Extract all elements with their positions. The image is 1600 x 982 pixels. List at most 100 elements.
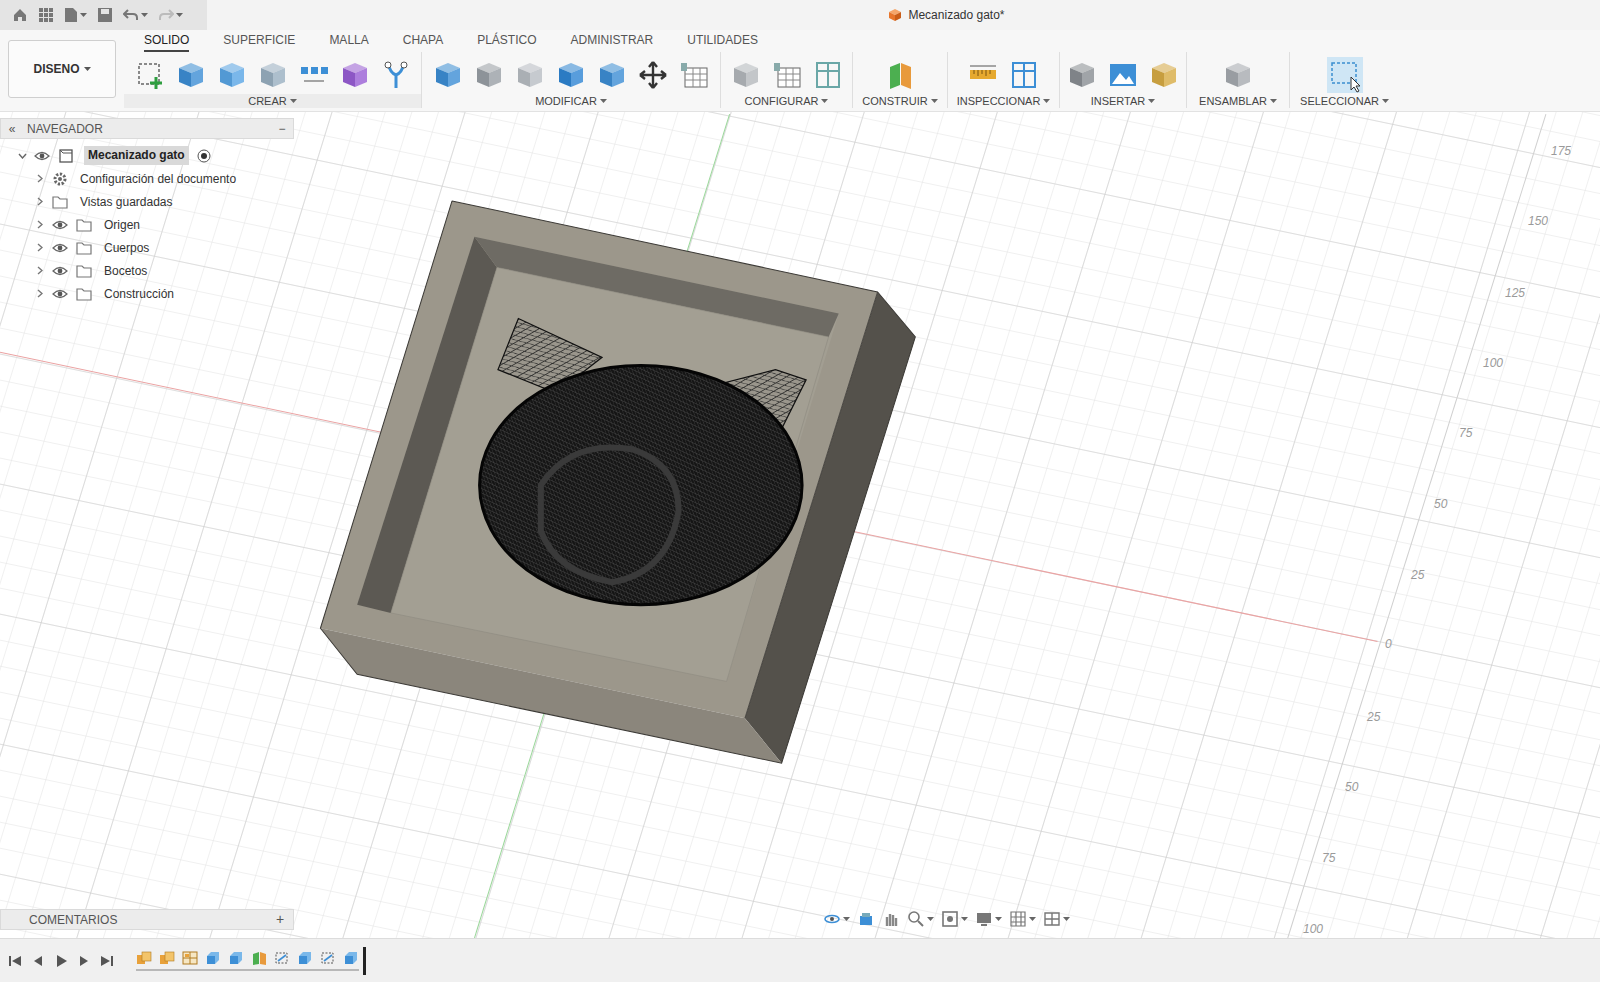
cube-tool-icon[interactable] [473, 59, 505, 91]
visibility-toggle[interactable] [48, 266, 72, 276]
visibility-toggle[interactable] [48, 220, 72, 230]
undo-button[interactable] [123, 8, 148, 22]
cube-tool-icon[interactable] [1148, 59, 1180, 91]
activate-radio-icon[interactable] [197, 149, 211, 163]
pan-button[interactable] [882, 910, 900, 928]
expand-toggle[interactable] [32, 289, 48, 298]
eye-icon[interactable] [34, 151, 50, 161]
cube-tool-icon[interactable] [555, 59, 587, 91]
cube-tool-icon[interactable] [175, 59, 207, 91]
group-menu[interactable]: SELECCIONAR [1290, 94, 1399, 108]
expand-toggle[interactable] [32, 243, 48, 252]
plane-tool-icon[interactable] [884, 59, 916, 91]
expand-toggle[interactable] [32, 174, 48, 183]
ribbon-tab[interactable]: PLÁSTICO [477, 31, 536, 52]
tree-row[interactable]: Construcción [0, 282, 294, 305]
cube-tool-icon[interactable] [1222, 59, 1254, 91]
timeline-marker[interactable] [363, 947, 366, 975]
cube-tool-icon[interactable] [339, 59, 371, 91]
visibility-toggle[interactable] [30, 151, 54, 161]
group-menu[interactable]: CONFIGURAR [721, 94, 852, 108]
workspace-button[interactable]: DISENO [8, 40, 116, 98]
timeline-body-icon[interactable] [343, 950, 359, 966]
timeline-mesh-icon[interactable] [182, 950, 198, 966]
table-tool-icon[interactable] [678, 59, 710, 91]
tree-row[interactable]: Bocetos [0, 259, 294, 282]
flat-tool-icon[interactable] [812, 59, 844, 91]
group-menu[interactable]: INSERTAR [1060, 94, 1186, 108]
ribbon-tab[interactable]: SUPERFICIE [223, 31, 295, 52]
ribbon-tab[interactable]: CHAPA [403, 31, 443, 52]
cube-tool-icon[interactable] [257, 59, 289, 91]
timeline-sketch-icon[interactable] [320, 950, 336, 966]
timeline-body-icon[interactable] [228, 950, 244, 966]
eye-icon[interactable] [52, 220, 68, 230]
cube-tool-icon[interactable] [514, 59, 546, 91]
tree-label[interactable]: Construcción [104, 285, 174, 303]
visibility-toggle[interactable] [48, 289, 72, 299]
group-menu[interactable]: ENSAMBLAR [1187, 94, 1289, 108]
tree-label[interactable]: Mecanizado gato [84, 146, 189, 165]
flat-tool-icon[interactable] [1008, 59, 1040, 91]
eye-icon[interactable] [52, 266, 68, 276]
zoom-button[interactable] [907, 910, 934, 928]
expand-toggle[interactable] [14, 153, 30, 159]
model-view[interactable] [0, 112, 1600, 938]
tree-label[interactable]: Bocetos [104, 262, 147, 280]
tree-label[interactable]: Origen [104, 216, 140, 234]
play-icon[interactable] [54, 954, 68, 968]
viewport[interactable]: 1751501251007550250255075100 « NAVEGADOR… [0, 112, 1600, 938]
table-tool-icon[interactable] [771, 59, 803, 91]
home-icon[interactable] [12, 7, 28, 23]
viewports-button[interactable] [1043, 910, 1070, 928]
pattern-tool-icon[interactable] [298, 59, 330, 91]
tree-row[interactable]: Mecanizado gato [0, 144, 294, 167]
group-menu[interactable]: INSPECCIONAR [948, 94, 1059, 108]
go-to-end-icon[interactable] [100, 954, 114, 968]
timeline-component-icon[interactable] [136, 950, 152, 966]
tree-row[interactable]: Vistas guardadas [0, 190, 294, 213]
timeline-body-icon[interactable] [205, 950, 221, 966]
cube-tool-icon[interactable] [216, 59, 248, 91]
ribbon-tab[interactable]: ADMINISTRAR [571, 31, 654, 52]
move-tool-icon[interactable] [637, 59, 669, 91]
image-tool-icon[interactable] [1107, 59, 1139, 91]
expand-toggle[interactable] [32, 197, 48, 206]
expand-toggle[interactable] [32, 266, 48, 275]
eye-icon[interactable] [52, 243, 68, 253]
step-back-icon[interactable] [31, 954, 45, 968]
apps-grid-icon[interactable] [38, 7, 54, 23]
visibility-toggle[interactable] [48, 243, 72, 253]
collapse-button[interactable]: « [1, 120, 23, 138]
group-menu[interactable]: CREAR [124, 94, 421, 108]
eye-icon[interactable] [52, 289, 68, 299]
timeline-body-icon[interactable] [297, 950, 313, 966]
add-comment-button[interactable]: + [267, 909, 293, 930]
ribbon-tab[interactable]: MALLA [329, 31, 368, 52]
redo-button[interactable] [158, 8, 183, 22]
fork-tool-icon[interactable] [380, 59, 412, 91]
tree-label[interactable]: Configuración del documento [80, 170, 236, 188]
step-forward-icon[interactable] [77, 954, 91, 968]
tree-label[interactable]: Cuerpos [104, 239, 149, 257]
sketch-tool-icon[interactable] [134, 59, 166, 91]
timeline-plane-icon[interactable] [251, 950, 267, 966]
display-button[interactable] [975, 910, 1002, 928]
expand-toggle[interactable] [32, 220, 48, 229]
orbit-button[interactable] [823, 910, 850, 928]
select-tool-icon[interactable] [1327, 57, 1363, 93]
ribbon-tab[interactable]: UTILIDADES [687, 31, 758, 52]
tree-row[interactable]: Configuración del documento [0, 167, 294, 190]
cube-tool-icon[interactable] [730, 59, 762, 91]
cube-tool-icon[interactable] [596, 59, 628, 91]
fit-button[interactable] [941, 910, 968, 928]
cube-tool-icon[interactable] [1066, 59, 1098, 91]
tree-row[interactable]: Cuerpos [0, 236, 294, 259]
grid-button[interactable] [1009, 910, 1036, 928]
ribbon-tab[interactable]: SOLIDO [144, 31, 189, 52]
tree-label[interactable]: Vistas guardadas [80, 193, 173, 211]
cube-tool-icon[interactable] [432, 59, 464, 91]
file-menu[interactable] [64, 7, 87, 23]
group-menu[interactable]: MODIFICAR [422, 94, 720, 108]
timeline-sketch-icon[interactable] [274, 950, 290, 966]
